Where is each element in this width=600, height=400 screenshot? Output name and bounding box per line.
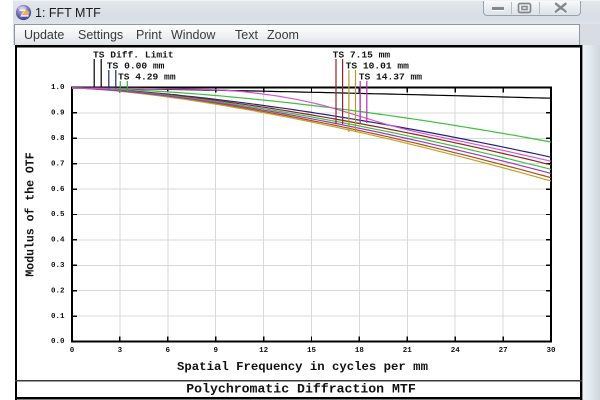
svg-text:12: 12 xyxy=(259,347,269,355)
svg-text:TS 4.29 mm: TS 4.29 mm xyxy=(118,72,176,83)
svg-text:24: 24 xyxy=(451,347,461,355)
svg-text:0.2: 0.2 xyxy=(51,287,65,295)
svg-text:0.5: 0.5 xyxy=(51,211,65,219)
svg-text:0.9: 0.9 xyxy=(51,110,65,118)
svg-text:0.8: 0.8 xyxy=(51,135,65,143)
svg-text:Modulus of the OTF: Modulus of the OTF xyxy=(25,152,38,276)
svg-text:0.7: 0.7 xyxy=(51,160,65,168)
svg-text:Polychromatic Diffraction MTF: Polychromatic Diffraction MTF xyxy=(186,381,416,396)
svg-text:0.3: 0.3 xyxy=(51,262,65,270)
svg-text:0: 0 xyxy=(70,347,75,355)
svg-text:TS 0.00 mm: TS 0.00 mm xyxy=(107,61,165,72)
svg-text:TS Diff. Limit: TS Diff. Limit xyxy=(93,50,174,61)
svg-text:18: 18 xyxy=(355,347,365,355)
svg-text:0.0: 0.0 xyxy=(51,338,65,346)
svg-text:0.6: 0.6 xyxy=(51,186,65,194)
svg-text:TS 10.01 mm: TS 10.01 mm xyxy=(346,61,410,72)
svg-text:3: 3 xyxy=(118,347,123,355)
svg-text:27: 27 xyxy=(499,347,508,355)
svg-text:0.4: 0.4 xyxy=(51,237,65,245)
svg-text:9: 9 xyxy=(213,347,218,355)
svg-text:15: 15 xyxy=(307,347,317,355)
svg-text:TS 7.15 mm: TS 7.15 mm xyxy=(333,50,391,61)
svg-text:Spatial Frequency in cycles pe: Spatial Frequency in cycles per mm xyxy=(177,360,428,374)
svg-text:21: 21 xyxy=(403,347,413,355)
svg-text:TS 14.37 mm: TS 14.37 mm xyxy=(359,72,423,83)
svg-text:1.0: 1.0 xyxy=(51,84,65,92)
svg-text:6: 6 xyxy=(166,347,171,355)
svg-text:0.1: 0.1 xyxy=(51,313,65,321)
svg-text:30: 30 xyxy=(546,347,556,355)
